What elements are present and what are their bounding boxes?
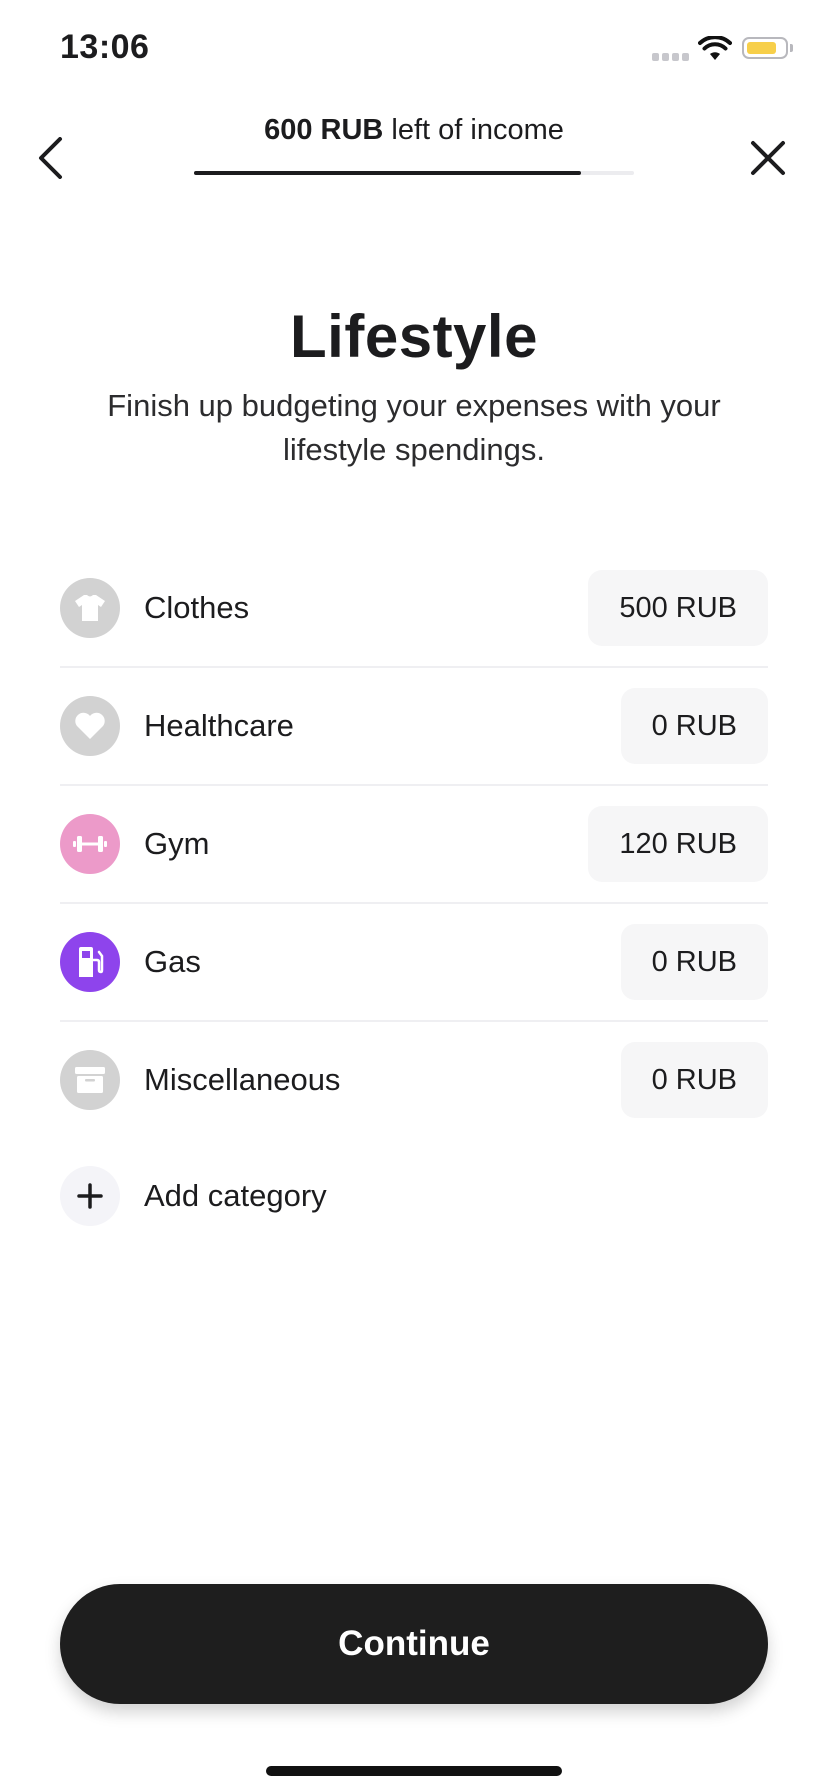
dumbbell-icon <box>60 814 120 874</box>
shirt-icon <box>60 578 120 638</box>
category-amount-input[interactable]: 0 RUB <box>620 688 768 764</box>
add-category-label: Add category <box>144 1178 327 1213</box>
category-row-gym[interactable]: Gym 120 RUB <box>60 786 768 904</box>
home-indicator <box>266 1766 562 1776</box>
page-subtitle: Finish up budgeting your expenses with y… <box>107 388 721 467</box>
fuel-pump-icon <box>60 932 120 992</box>
income-remaining-label: 600 RUB left of income <box>0 114 828 147</box>
category-row-clothes[interactable]: Clothes 500 RUB <box>60 550 768 668</box>
add-category-button[interactable]: Add category <box>60 1138 768 1254</box>
category-label: Gas <box>144 944 201 979</box>
category-amount-input[interactable]: 500 RUB <box>588 570 768 646</box>
income-remaining-suffix: left of income <box>383 114 564 146</box>
battery-icon <box>742 37 788 59</box>
heart-icon <box>60 696 120 756</box>
close-icon <box>751 141 785 175</box>
page-title: Lifestyle <box>290 303 538 370</box>
category-row-healthcare[interactable]: Healthcare 0 RUB <box>60 668 768 786</box>
cellular-signal-icon <box>652 53 689 61</box>
category-row-miscellaneous[interactable]: Miscellaneous 0 RUB <box>60 1022 768 1138</box>
income-remaining-amount: 600 RUB <box>264 114 384 146</box>
wifi-icon <box>698 35 732 67</box>
category-label: Clothes <box>144 590 250 625</box>
status-time: 13:06 <box>60 28 150 66</box>
income-progress-fill <box>194 171 582 175</box>
category-amount-input[interactable]: 0 RUB <box>620 1042 768 1118</box>
plus-icon <box>60 1166 120 1226</box>
income-progress-bar <box>194 171 634 175</box>
category-label: Healthcare <box>144 708 294 743</box>
archive-box-icon <box>60 1050 120 1110</box>
continue-button[interactable]: Continue <box>60 1584 768 1704</box>
category-label: Miscellaneous <box>144 1062 341 1097</box>
close-button[interactable] <box>740 130 796 186</box>
category-row-gas[interactable]: Gas 0 RUB <box>60 904 768 1022</box>
category-list: Clothes 500 RUB Healthcare 0 RUB Gym 120… <box>60 550 768 1254</box>
battery-nub <box>790 44 793 52</box>
category-amount-input[interactable]: 120 RUB <box>588 806 768 882</box>
category-label: Gym <box>144 826 210 861</box>
category-amount-input[interactable]: 0 RUB <box>620 924 768 1000</box>
